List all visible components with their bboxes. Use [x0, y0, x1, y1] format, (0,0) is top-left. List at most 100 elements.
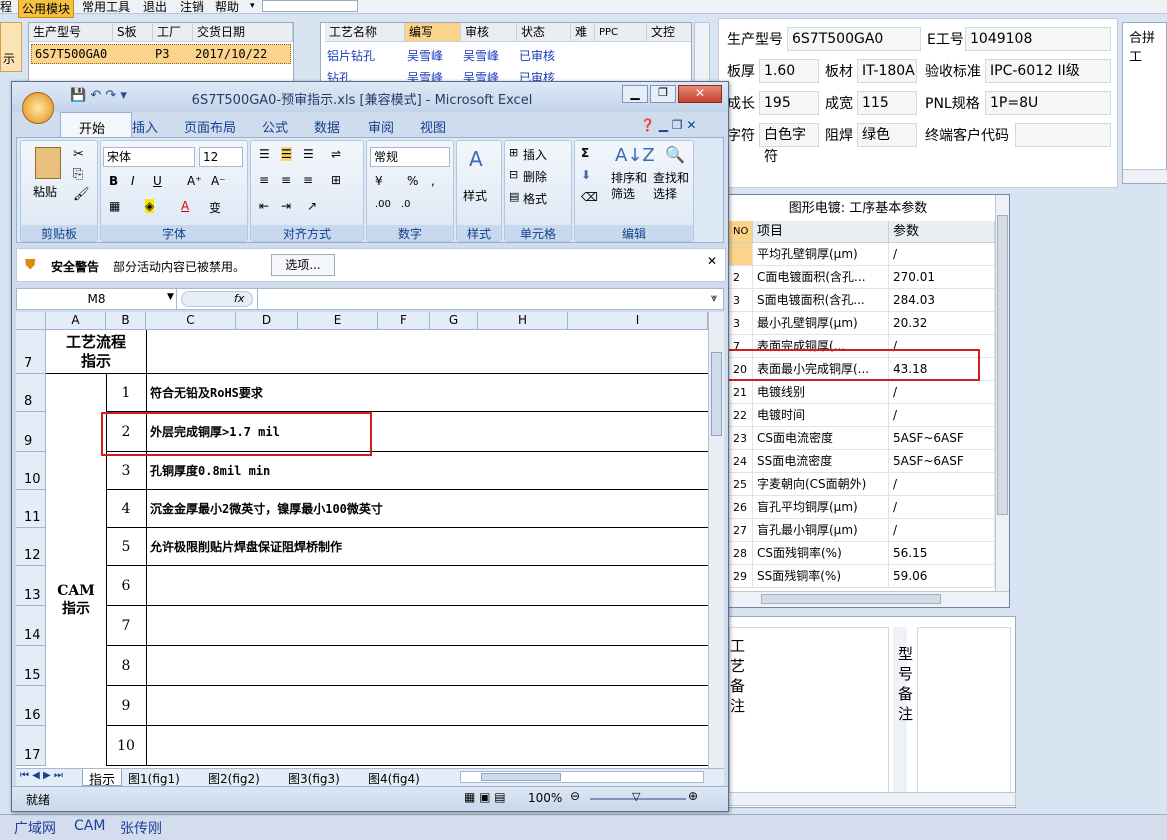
side-button[interactable]: 示 — [0, 22, 22, 72]
minimize-icon[interactable]: ▁ — [622, 85, 648, 103]
table-row[interactable]: 6S7T500GA0 P3 2017/10/22 — [31, 44, 291, 64]
sheet-tab-active[interactable]: 指示 — [82, 769, 122, 788]
zoom-out-icon[interactable]: ⊖ — [570, 789, 580, 803]
material-field[interactable]: IT-180A — [857, 59, 917, 83]
number-format-select[interactable]: 常规 — [370, 147, 450, 167]
dropdown-arrow-icon[interactable]: ▾ — [250, 1, 255, 11]
name-box[interactable]: M8 — [17, 289, 177, 309]
percent-icon[interactable]: % — [407, 174, 418, 188]
step-text[interactable]: 孔铜厚度0.8mil min — [150, 452, 700, 490]
step-number[interactable]: 8 — [106, 646, 146, 686]
param-row[interactable]: 平均孔壁铜厚(μm) / — [729, 243, 995, 266]
customer-field[interactable] — [1015, 123, 1111, 147]
sort-filter-label2[interactable]: 筛选 — [611, 185, 635, 202]
autosum-icon[interactable]: Σ — [581, 146, 589, 160]
param-row[interactable]: 27 盲孔最小铜厚(μm) / — [729, 519, 995, 542]
menu-item-logout[interactable]: 注销 — [180, 0, 204, 15]
paste-icon[interactable] — [35, 147, 61, 179]
param-row[interactable]: 29 SS面残铜率(%) 59.06 — [729, 565, 995, 588]
find-icon[interactable]: 🔍 — [665, 145, 685, 164]
horizontal-scrollbar[interactable] — [1123, 169, 1167, 183]
format-button[interactable]: 格式 — [523, 190, 547, 207]
param-row[interactable]: 2 C面电镀面积(含孔... 270.01 — [729, 266, 995, 289]
column-header[interactable]: C — [146, 312, 236, 330]
tab-insert[interactable]: 插入 — [132, 117, 158, 136]
row-header[interactable]: 16 — [16, 686, 46, 726]
model-notes-field[interactable]: 型号备注 — [898, 627, 1011, 799]
scroll-thumb[interactable] — [997, 215, 1008, 515]
param-row[interactable]: 22 电镀时间 / — [729, 404, 995, 427]
col-header[interactable]: 状态 — [517, 23, 571, 42]
row-header[interactable]: 11 — [16, 490, 46, 528]
format-icon[interactable]: ▤ — [509, 190, 519, 203]
column-header[interactable]: I — [568, 312, 708, 330]
combo-box[interactable] — [262, 0, 358, 12]
tab-view[interactable]: 视图 — [420, 117, 446, 136]
step-text[interactable] — [150, 726, 700, 766]
fill-icon[interactable]: ⬇ — [581, 168, 591, 182]
orientation-icon[interactable]: ↗ — [307, 199, 317, 213]
view-normal-icon[interactable]: ▦ ▣ ▤ — [464, 790, 506, 804]
tab-review[interactable]: 审阅 — [368, 117, 394, 136]
step-number[interactable]: 10 — [106, 726, 146, 766]
zoom-thumb-icon[interactable]: ▽ — [632, 790, 640, 803]
insert-button[interactable]: 插入 — [523, 146, 547, 163]
bold-icon[interactable]: B — [109, 174, 118, 188]
model-field[interactable]: 6S7T500GA0 — [787, 27, 921, 51]
col-header-item[interactable]: 项目 — [753, 221, 889, 243]
vertical-scrollbar[interactable] — [694, 22, 710, 82]
param-row[interactable]: 24 SS面电流密度 5ASF~6ASF — [729, 450, 995, 473]
menu-item-tools[interactable]: 常用工具 — [82, 0, 130, 15]
font-color-icon[interactable]: A — [181, 199, 189, 213]
fill-color-icon[interactable]: ◈ — [145, 199, 155, 213]
pnl-field[interactable]: 1P=8U — [985, 91, 1111, 115]
underline-icon[interactable]: U — [153, 174, 162, 188]
align-left-icon[interactable]: ≡ — [259, 173, 269, 187]
section-header[interactable]: 工艺流程 指示 — [46, 330, 146, 374]
row-header[interactable]: 12 — [16, 528, 46, 566]
step-text[interactable] — [150, 566, 700, 606]
column-header[interactable]: G — [430, 312, 478, 330]
font-size-select[interactable]: 12 — [199, 147, 243, 167]
vertical-scrollbar[interactable] — [995, 195, 1009, 591]
delete-button[interactable]: 删除 — [523, 168, 547, 185]
row-header[interactable]: 7 — [16, 330, 46, 374]
col-header[interactable]: 交货日期 — [193, 23, 293, 42]
tab-formulas[interactable]: 公式 — [262, 117, 288, 136]
process-notes-field[interactable]: 工艺备注 — [729, 627, 889, 799]
col-header[interactable]: S板 — [113, 23, 153, 42]
row-header[interactable]: 8 — [16, 374, 46, 412]
row-header[interactable]: 10 — [16, 452, 46, 490]
step-number[interactable]: 4 — [106, 490, 146, 528]
param-row[interactable]: 21 电镀线别 / — [729, 381, 995, 404]
find-select-label[interactable]: 查找和 — [653, 169, 689, 186]
align-bottom-icon[interactable]: ☰ — [303, 147, 314, 161]
step-text[interactable] — [150, 606, 700, 646]
status-user[interactable]: 张传刚 — [120, 818, 162, 838]
merge-tab[interactable]: 合拼工 — [1129, 27, 1166, 65]
horizontal-scrollbar[interactable] — [721, 591, 1009, 607]
clear-icon[interactable]: ⌫ — [581, 190, 598, 204]
align-right-icon[interactable]: ≡ — [303, 173, 313, 187]
wrap-text-icon[interactable]: ⇌ — [331, 147, 341, 161]
column-header[interactable]: H — [478, 312, 568, 330]
menu-item[interactable]: 程 — [0, 0, 12, 15]
step-number[interactable]: 1 — [106, 374, 146, 412]
process-name[interactable]: 铝片钻孔 — [327, 47, 375, 64]
office-button-icon[interactable] — [22, 92, 54, 124]
char-field[interactable]: 白色字符 — [759, 123, 819, 165]
sheet-tab[interactable]: 图2(fig2) — [208, 770, 260, 787]
styles-icon[interactable]: A — [469, 147, 483, 171]
column-header[interactable]: E — [298, 312, 378, 330]
step-number[interactable]: 5 — [106, 528, 146, 566]
expand-icon[interactable]: ⩔ — [711, 291, 717, 305]
find-select-label2[interactable]: 选择 — [653, 185, 677, 202]
param-row[interactable]: 3 最小孔壁铜厚(μm) 20.32 — [729, 312, 995, 335]
col-header[interactable]: 生产型号 — [29, 23, 113, 42]
standard-field[interactable]: IPC-6012 II级 — [985, 59, 1111, 83]
horizontal-scrollbar[interactable] — [460, 771, 704, 783]
column-header[interactable]: A — [46, 312, 106, 330]
indent-decrease-icon[interactable]: ⇤ — [259, 199, 269, 213]
col-header-value[interactable]: 参数 — [889, 221, 995, 243]
row-header[interactable]: 14 — [16, 606, 46, 646]
